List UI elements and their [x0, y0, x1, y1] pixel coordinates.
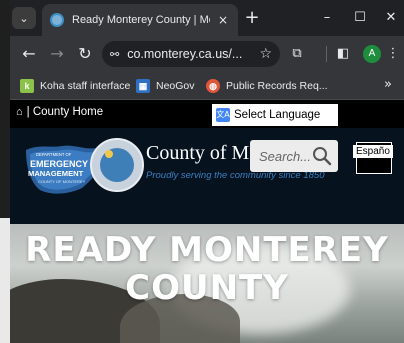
back-button[interactable]: ←: [18, 43, 40, 65]
reload-button[interactable]: ↻: [74, 43, 96, 65]
bookmark-star-icon[interactable]: ☆: [259, 46, 272, 62]
url-text[interactable]: co.monterey.ca.us/...: [127, 47, 253, 61]
close-window-button[interactable]: ✕: [380, 7, 402, 29]
minimize-button[interactable]: –: [316, 7, 338, 29]
desktop-edge-light: [0, 218, 10, 343]
county-title: County of M: [146, 142, 250, 164]
tab-close-icon[interactable]: ×: [216, 13, 230, 27]
toolbar-divider: [326, 46, 327, 62]
web-page: ⌂ | County Home 文A Select Language DEPAR…: [10, 100, 404, 343]
select-language-label: Select Language: [234, 109, 321, 121]
bookmark-label: NeoGov: [156, 80, 195, 92]
site-search-box[interactable]: Search...: [250, 140, 338, 172]
browser-window: ⌄ Ready Monterey County | Mont × + – ☐ ✕…: [10, 0, 404, 343]
bookmarks-bar: k Koha staff interface ▦ NeoGov ◍ Public…: [10, 72, 404, 100]
tab-search-button[interactable]: ⌄: [12, 7, 36, 29]
logo-text-bottom: COUNTY OF MONTEREY: [38, 179, 86, 184]
espanol-button[interactable]: Españo: [353, 142, 393, 174]
new-tab-button[interactable]: +: [242, 8, 262, 28]
public-records-icon: ◍: [206, 79, 220, 93]
hero-title-line2: COUNTY: [125, 268, 289, 308]
county-home-link[interactable]: ⌂ | County Home: [16, 106, 103, 118]
home-icon: ⌂: [16, 106, 23, 118]
logo-text-main1: EMERGENCY: [30, 159, 88, 169]
hero-title-line1: READY MONTEREY: [25, 230, 389, 270]
hero-banner: READY MONTEREY COUNTY: [10, 224, 404, 343]
tab-favicon-icon: [50, 13, 64, 27]
bookmark-label: Public Records Req...: [226, 80, 328, 92]
search-icon[interactable]: [312, 146, 332, 166]
bookmark-koha[interactable]: k Koha staff interface: [20, 77, 130, 95]
profile-avatar[interactable]: A: [363, 45, 381, 63]
seal-sun-icon: [105, 150, 113, 158]
logo-text-main2: MANAGEMENT: [28, 169, 84, 178]
side-panel-icon[interactable]: ◧: [332, 43, 354, 65]
county-home-label: | County Home: [26, 106, 104, 118]
tab-title: Ready Monterey County | Mont: [72, 14, 210, 26]
tab-strip: ⌄ Ready Monterey County | Mont × + – ☐ ✕: [10, 0, 404, 36]
translate-icon: 文A: [216, 108, 230, 122]
desktop-edge: [0, 0, 10, 343]
neogov-icon: ▦: [136, 79, 150, 93]
browser-toolbar: ← → ↻ ⚯ co.monterey.ca.us/... ☆ ⧉ ◧ A ⋮: [10, 36, 404, 72]
browser-menu-icon[interactable]: ⋮: [382, 43, 404, 65]
logo-text-top: DEPARTMENT OF: [36, 152, 72, 157]
site-info-icon[interactable]: ⚯: [110, 48, 119, 61]
maximize-button[interactable]: ☐: [349, 7, 371, 29]
select-language-dropdown[interactable]: 文A Select Language: [212, 104, 338, 126]
bookmark-neogov[interactable]: ▦ NeoGov: [136, 77, 195, 95]
koha-icon: k: [20, 79, 34, 93]
extensions-icon[interactable]: ⧉: [286, 43, 308, 65]
tab-active[interactable]: Ready Monterey County | Mont ×: [42, 4, 238, 36]
county-seal[interactable]: [90, 138, 144, 192]
site-header: DEPARTMENT OF EMERGENCY MANAGEMENT COUNT…: [10, 128, 404, 224]
bookmark-label: Koha staff interface: [40, 80, 131, 92]
forward-button[interactable]: →: [46, 43, 68, 65]
espanol-label: Españo: [353, 145, 393, 158]
bookmarks-overflow-icon[interactable]: »: [384, 77, 392, 92]
search-input[interactable]: Search...: [259, 149, 312, 164]
bookmark-public-records[interactable]: ◍ Public Records Req...: [206, 77, 328, 95]
address-bar[interactable]: ⚯ co.monterey.ca.us/... ☆: [102, 41, 280, 67]
county-top-bar: ⌂ | County Home 文A Select Language: [10, 100, 404, 128]
